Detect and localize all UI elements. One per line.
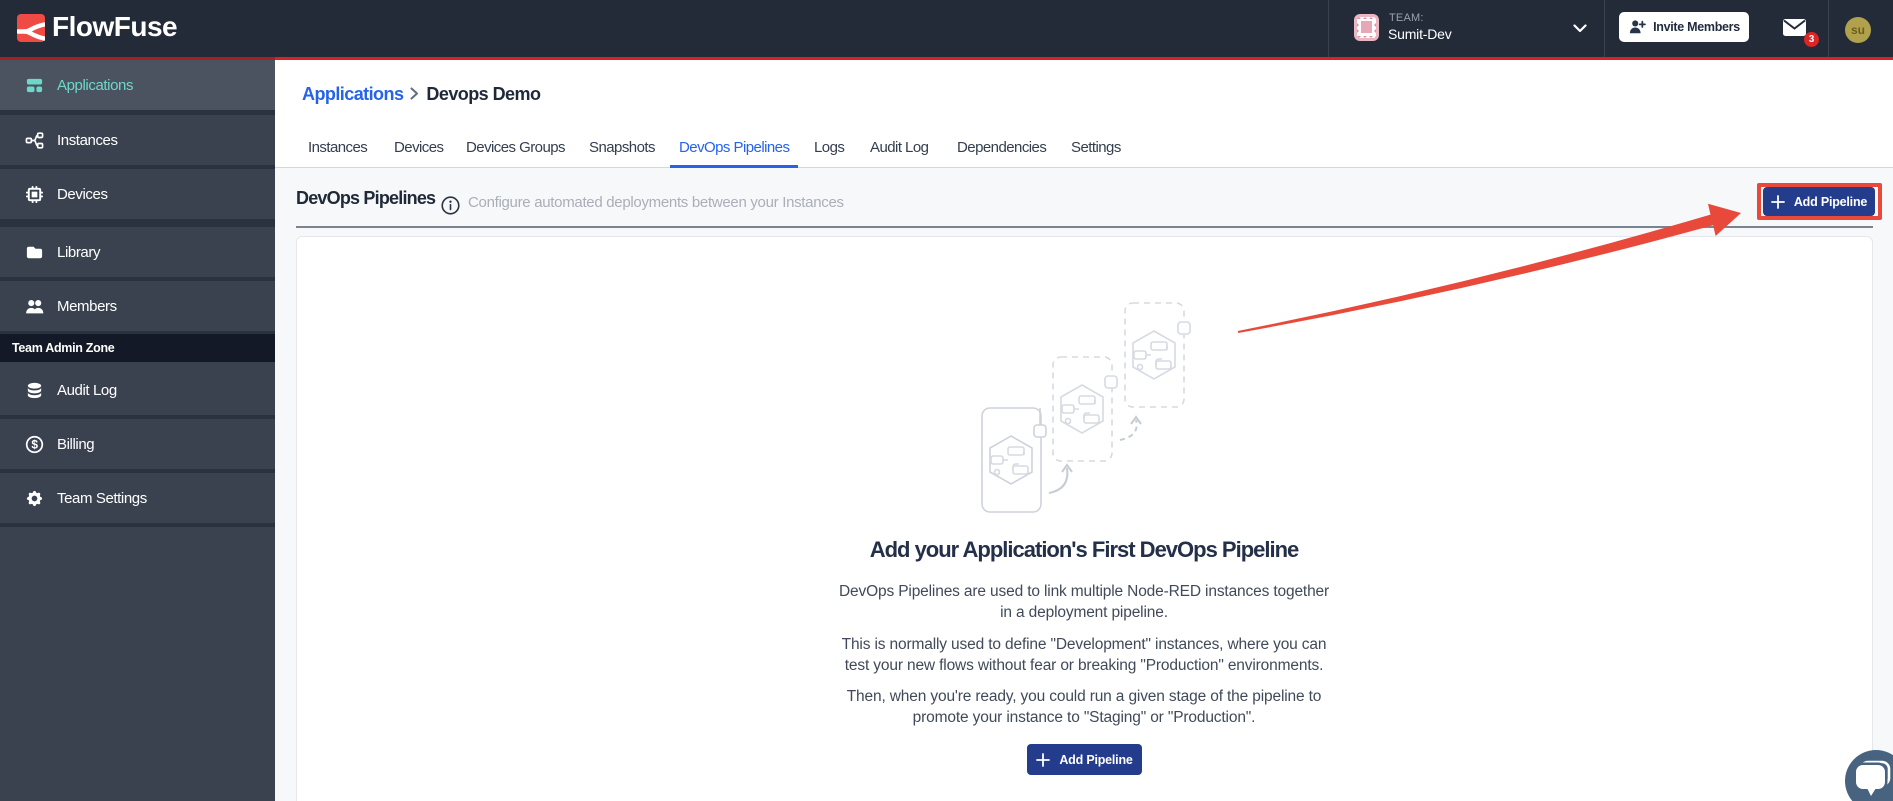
svg-text:$: $ [31,437,38,451]
